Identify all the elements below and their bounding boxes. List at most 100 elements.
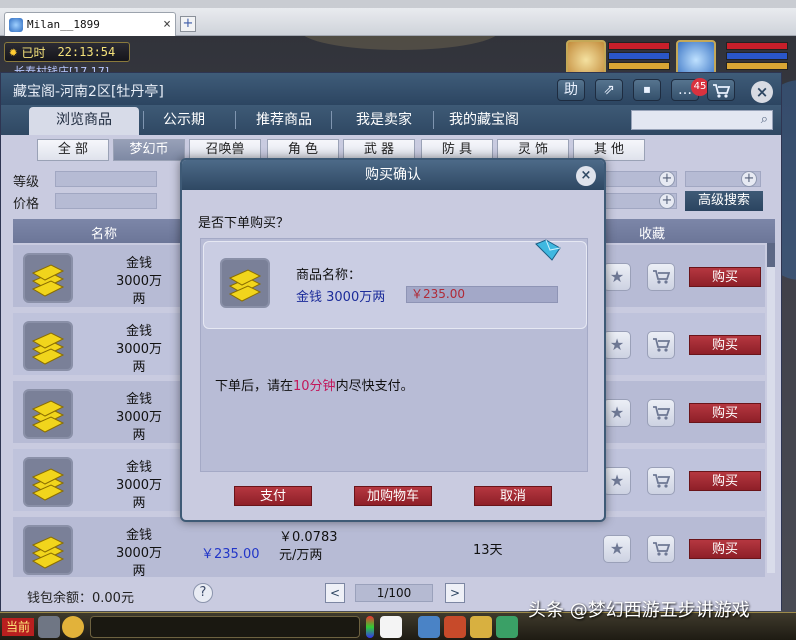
cart-icon [653,542,671,556]
pet-face-icon[interactable] [380,616,402,638]
list-scrollbar[interactable] [767,243,775,573]
gold-ingot-icon [23,253,73,303]
time-period: 已时 [21,45,46,60]
cart-icon [653,406,671,420]
level-label: 等级 [13,175,40,190]
gold-ingot-icon [23,525,73,575]
store-close-button[interactable]: × [751,81,773,103]
microphone-icon[interactable] [38,616,60,638]
price-min-input[interactable] [55,193,157,209]
wallet-balance: 钱包余额：0.00元 [27,591,134,606]
game-favicon-icon [9,17,23,32]
cart-header-button[interactable] [707,79,735,101]
emote-icon[interactable] [62,616,84,638]
add-to-cart-dialog-button[interactable]: 加购物车 [354,486,432,506]
dialog-body: 商品名称： 金钱 3000万两 ￥235.00 下单后，请在10分钟内尽快支付。 [200,238,588,472]
add-price-filter-icon[interactable]: + [659,193,675,209]
item-card: 商品名称： 金钱 3000万两 ￥235.00 [203,239,587,329]
dialog-title: 购买确认 [182,160,604,190]
category-currency[interactable]: 梦幻币 [113,139,185,161]
item-unit-price: ￥0.0783 元/万两 [279,530,338,563]
new-tab-button[interactable]: + [180,16,196,32]
search-icon[interactable]: ⌕ [761,112,768,127]
skill-icon[interactable] [418,616,440,638]
sun-icon: ✹ [9,44,18,60]
level-min-input[interactable] [55,171,157,187]
store-header: 藏宝阁-河南2区[牡丹亭] 助 ⇗ ⏹ … 45 × [1,73,781,105]
column-name: 名称 [91,227,118,242]
team-icon[interactable] [470,616,492,638]
item-name-value: 金钱 3000万两 [296,290,386,305]
page-indicator: 1/100 [355,584,433,602]
cart-icon [653,338,671,352]
confirm-question: 是否下单购买？ [198,216,290,231]
price-label: 价格 [13,197,40,212]
share-button[interactable]: ⇗ [595,79,623,101]
buy-button[interactable]: 购买 [689,471,761,491]
favorite-star-icon[interactable]: ★ [603,399,631,427]
item-title: 金钱 3000万两 [115,256,163,307]
status-indicator-icon [366,616,374,638]
item-title: 金钱 3000万两 [115,392,163,443]
watermark-text: 头条 @梦幻西游五步讲游戏 [528,600,750,621]
add-to-cart-button[interactable] [647,263,675,291]
search-input[interactable]: ⌕ [631,110,773,130]
browser-tab-bar: Milan__1899 × + [0,8,796,36]
tab-my-store[interactable]: 我的藏宝阁 [429,107,539,135]
item-title: 金钱 3000万两 [115,324,163,375]
cancel-button[interactable]: 取消 [474,486,552,506]
cart-icon [653,270,671,284]
game-time: 22:13:54 [57,45,116,59]
add-level-filter-icon[interactable]: + [659,171,675,187]
browser-tab[interactable]: Milan__1899 × [4,12,176,36]
gold-ingot-icon [220,258,270,308]
cart-icon [713,84,731,98]
favorite-star-icon[interactable]: ★ [603,535,631,563]
add-extra-filter-icon[interactable]: + [741,171,757,187]
gold-ingot-icon [23,389,73,439]
stop-button[interactable]: ⏹ [633,79,661,101]
channel-current[interactable]: 当前 [2,618,34,636]
category-all[interactable]: 全 部 [37,139,109,161]
pet-status-bars [608,42,670,72]
buy-button[interactable]: 购买 [689,403,761,423]
prev-page-button[interactable]: < [325,583,345,603]
cart-icon [653,474,671,488]
gem-icon [535,239,561,261]
table-row[interactable]: 金钱 3000万两 ￥235.00 ￥0.0783 元/万两 13天 ★ 购买 [13,517,765,581]
bag-icon[interactable] [444,616,466,638]
chat-input[interactable] [90,616,360,638]
quest-icon[interactable] [496,616,518,638]
item-price: ￥235.00 [201,547,260,562]
item-title: 金钱 3000万两 [115,460,163,511]
game-clock: ✹ 已时 22:13:54 [4,42,130,62]
purchase-confirm-dialog: 购买确认 × 是否下单购买？ 商品名称： 金钱 3000万两 ￥235.00 下… [180,158,606,522]
tab-browse[interactable]: 浏览商品 [29,107,139,135]
buy-button[interactable]: 购买 [689,539,761,559]
favorite-star-icon[interactable]: ★ [603,263,631,291]
item-name-label: 商品名称： [296,268,362,283]
tab-recommended[interactable]: 推荐商品 [229,107,339,135]
advanced-search-button[interactable]: 高级搜索 [685,191,763,211]
browser-tab-title: Milan__1899 [27,18,100,31]
add-to-cart-button[interactable] [647,331,675,359]
player-status-bars [726,42,788,72]
tab-seller[interactable]: 我是卖家 [329,107,439,135]
pay-button[interactable]: 支付 [234,486,312,506]
favorite-star-icon[interactable]: ★ [603,331,631,359]
dialog-close-button[interactable]: × [576,166,596,186]
close-icon[interactable]: × [163,17,171,32]
store-nav: 浏览商品 公示期 推荐商品 我是卖家 我的藏宝阁 ⌕ [1,105,781,135]
add-to-cart-button[interactable] [647,467,675,495]
add-to-cart-button[interactable] [647,535,675,563]
next-page-button[interactable]: > [445,583,465,603]
help-icon[interactable]: ? [193,583,213,603]
favorite-star-icon[interactable]: ★ [603,467,631,495]
buy-button[interactable]: 购买 [689,267,761,287]
add-to-cart-button[interactable] [647,399,675,427]
help-button[interactable]: 助 [557,79,585,101]
gold-ingot-icon [23,457,73,507]
scrollbar-thumb[interactable] [767,243,775,267]
tab-public[interactable]: 公示期 [129,107,239,135]
buy-button[interactable]: 购买 [689,335,761,355]
